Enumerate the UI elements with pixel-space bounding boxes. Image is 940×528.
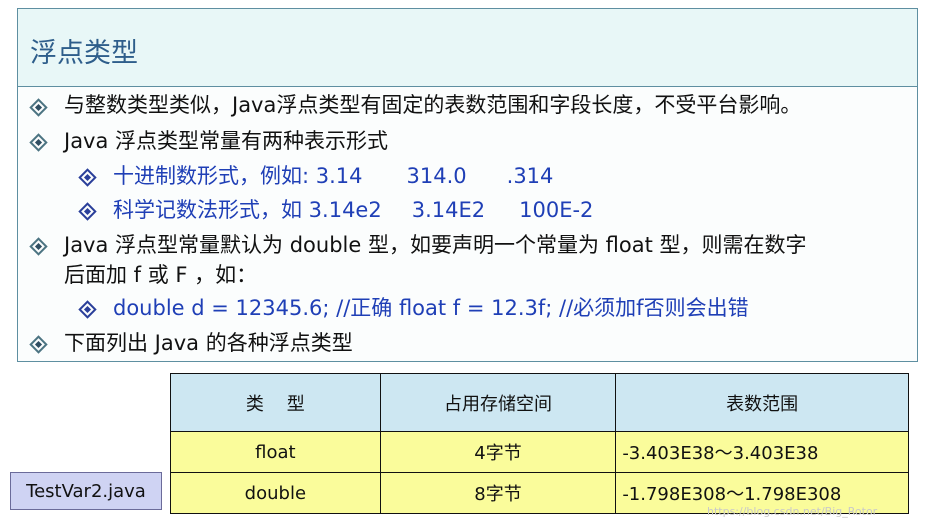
table-row: float 4字节 -3.403E38～3.403E38 [170,431,909,473]
bullet-text-1: 与整数类型类似，Java浮点类型有固定的表数范围和字段长度，不受平台影响。 [64,93,802,117]
decimal-label: 十进制数形式，例如: 3.14 [113,164,363,188]
watermark: https://blog.csdn.net/Big_Rotor [707,505,878,518]
sub-bullet-decimal: 十进制数形式，例如: 3.14 314.0 .314 [113,166,553,187]
cell-type: double [170,472,381,514]
code-example: double d = 12345.6; //正确 float f = 12.3f… [113,296,749,320]
header-range: 表数范围 [615,373,909,432]
title-bar: 浮点类型 [18,9,917,87]
scientific-value-3: 100E-2 [519,198,594,222]
scientific-label: 科学记数法形式，如 3.14e2 [113,198,382,222]
header-type: 类 型 [170,373,381,432]
bullet-text-3-line-1: Java 浮点型常量默认为 double 型，如要声明一个常量为 float 型… [64,233,807,257]
cell-range: -3.403E38～3.403E38 [615,431,909,473]
cell-storage: 4字节 [379,431,617,473]
sub-bullet-scientific: 科学记数法形式，如 3.14e2 3.14E2 100E-2 [113,200,593,221]
bullet-text-3-line-2: 后面加 f 或 F ，如： [64,263,258,287]
bullet-text-4: 下面列出 Java 的各种浮点类型 [64,331,353,355]
bullet-text-2: Java 浮点类型常量有两种表示形式 [64,129,389,153]
table-header-row: 类 型 占用存储空间 表数范围 [170,373,909,432]
scientific-value-2: 3.14E2 [411,198,486,222]
header-storage: 占用存储空间 [379,373,617,432]
decimal-value-2: 314.0 [406,164,467,188]
slide-title: 浮点类型 [30,38,138,69]
decimal-value-3: .314 [506,164,554,188]
cell-type: float [170,431,381,473]
float-types-table: 类 型 占用存储空间 表数范围 float 4字节 -3.403E38～3.40… [170,373,909,514]
file-name-label: TestVar2.java [10,472,162,510]
cell-storage: 8字节 [379,472,617,514]
